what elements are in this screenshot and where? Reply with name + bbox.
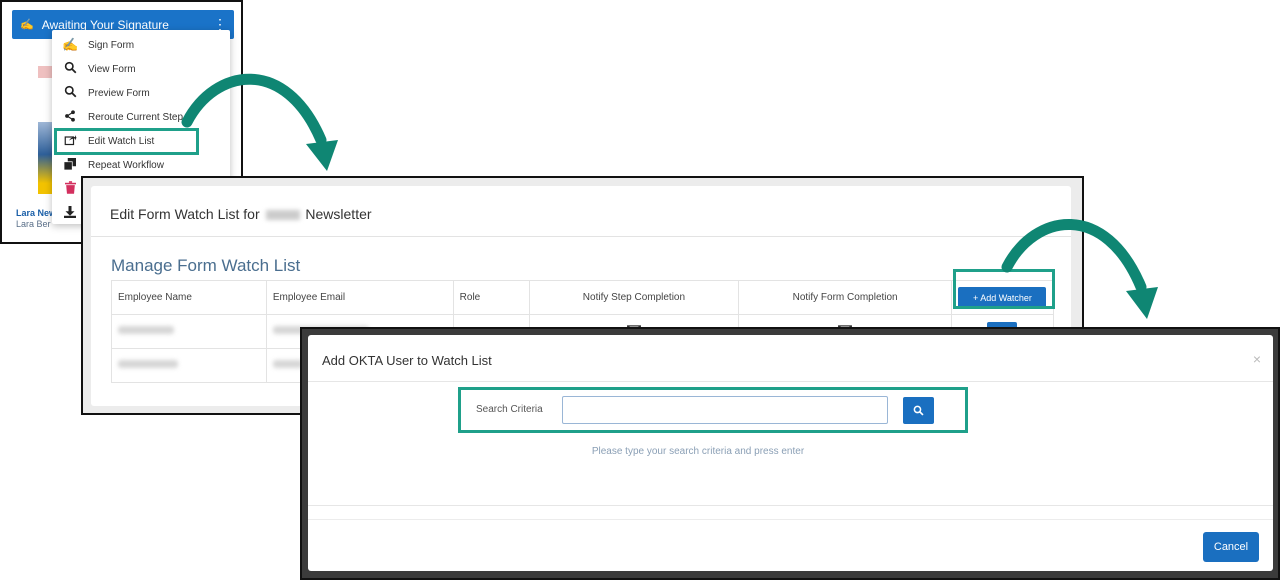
card-owner-name: Lara Ber [16, 219, 51, 229]
card-form-name[interactable]: Lara New [16, 208, 56, 218]
redacted-name [265, 210, 300, 221]
menu-item-edit-watch-list[interactable]: Edit Watch List [52, 129, 230, 153]
divider [308, 381, 1273, 382]
card-thumbnail-accent [38, 66, 52, 78]
redacted-text [118, 360, 178, 368]
menu-item-label: View Form [88, 63, 136, 75]
employee-name-cell [111, 314, 267, 349]
menu-item-label: Reroute Current Step [88, 111, 184, 123]
search-hint: Please type your search criteria and pre… [591, 446, 805, 457]
column-header: Notify Form Completion [738, 280, 952, 315]
watch-list-title: Edit Form Watch List for Newsletter [110, 206, 372, 222]
table-header-row: Employee Name Employee Email Role Notify… [111, 280, 1055, 315]
divider [308, 519, 1273, 520]
divider [91, 236, 1071, 237]
divider [308, 505, 1273, 506]
column-header: Notify Step Completion [528, 280, 740, 315]
menu-item-label: Repeat Workflow [88, 159, 164, 171]
column-header: Employee Email [265, 280, 454, 315]
redacted-text [118, 326, 174, 334]
menu-item-preview-form[interactable]: Preview Form [52, 81, 230, 105]
menu-item-view-form[interactable]: View Form [52, 57, 230, 81]
modal-title: Add OKTA User to Watch List [322, 353, 492, 368]
search-criteria-label: Search Criteria [476, 404, 543, 415]
cancel-button[interactable]: Cancel [1203, 532, 1259, 562]
menu-item-label: Preview Form [88, 87, 150, 99]
download-icon [62, 205, 78, 221]
add-watcher-button[interactable]: + Add Watcher [958, 286, 1047, 309]
copy-icon [62, 157, 78, 173]
share-icon [62, 109, 78, 125]
column-header: Role [452, 280, 530, 315]
add-okta-user-modal: Add OKTA User to Watch List × Search Cri… [308, 335, 1273, 571]
watch-list-title-prefix: Edit Form Watch List for [110, 206, 260, 222]
menu-item-label: Edit Watch List [88, 135, 155, 147]
add-okta-user-panel: Add OKTA User to Watch List × Search Cri… [300, 327, 1280, 580]
search-button[interactable] [903, 397, 934, 424]
watch-list-title-suffix: Newsletter [305, 206, 372, 222]
close-icon[interactable]: × [1253, 351, 1261, 367]
search-icon [913, 405, 924, 416]
column-header: Employee Name [111, 280, 267, 315]
menu-item-sign-form[interactable]: ✍ Sign Form [52, 33, 230, 57]
search-icon [62, 85, 78, 101]
menu-item-label: Sign Form [88, 39, 135, 51]
share-square-icon [62, 134, 78, 149]
menu-item-repeat-workflow[interactable]: Repeat Workflow [52, 153, 230, 177]
column-header-actions: + Add Watcher [950, 280, 1055, 315]
menu-item-reroute-current-step[interactable]: Reroute Current Step [52, 105, 230, 129]
section-heading: Manage Form Watch List [111, 256, 301, 275]
trash-icon [62, 181, 78, 197]
employee-name-cell [111, 348, 267, 383]
search-criteria-input[interactable] [562, 396, 888, 424]
signature-icon: ✍ [20, 19, 34, 31]
signature-icon: ✍ [62, 37, 79, 52]
card-thumbnail-image [38, 122, 52, 194]
search-icon [62, 61, 78, 77]
redacted-text [272, 360, 303, 368]
